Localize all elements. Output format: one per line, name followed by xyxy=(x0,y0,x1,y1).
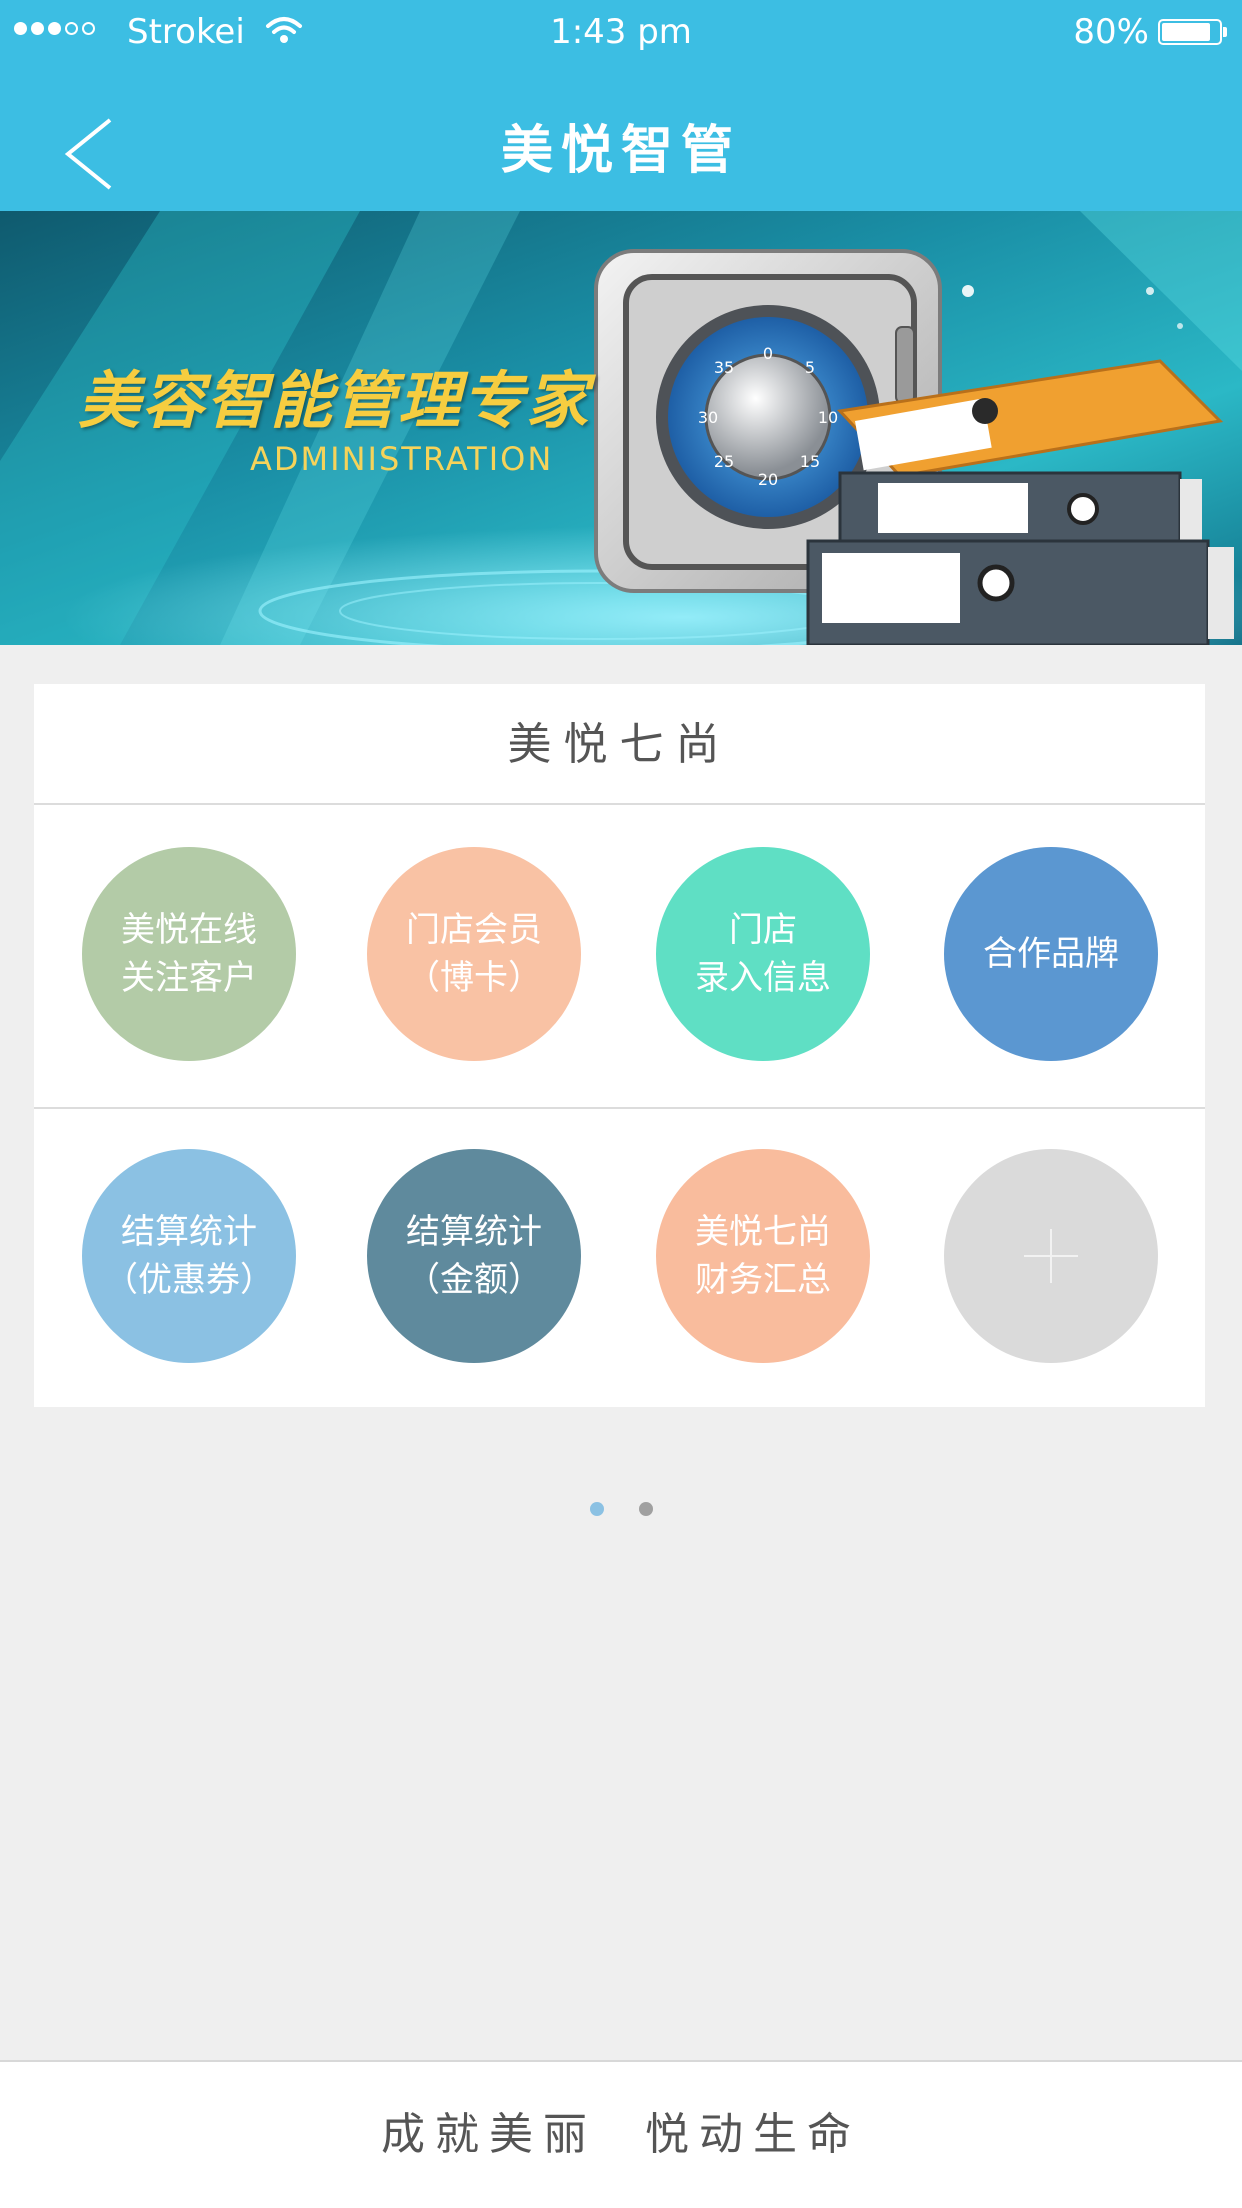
tile-settlement-coupons[interactable]: 结算统计 （优惠券） xyxy=(82,1149,296,1363)
add-tile-button[interactable] xyxy=(944,1149,1158,1363)
card-title: 美悦七尚 xyxy=(507,719,732,770)
dial-number: 5 xyxy=(805,358,815,377)
battery-percentage: 80% xyxy=(1073,12,1149,52)
card-header: 美悦七尚 xyxy=(34,684,1205,805)
tile-label: 结算统计 （金额） xyxy=(406,1212,542,1300)
page-title: 美悦智管 xyxy=(500,121,741,181)
tile-settlement-amount[interactable]: 结算统计 （金额） xyxy=(367,1149,581,1363)
page-indicator-1[interactable] xyxy=(590,1502,604,1516)
tile-online-followers[interactable]: 美悦在线 关注客户 xyxy=(82,847,296,1061)
battery-cap xyxy=(1223,27,1227,37)
battery-icon xyxy=(1158,19,1222,45)
tile-finance-summary[interactable]: 美悦七尚 财务汇总 xyxy=(656,1149,870,1363)
tile-partner-brands[interactable]: 合作品牌 xyxy=(944,847,1158,1061)
dial-number: 35 xyxy=(714,358,734,377)
tile-label: 合作品牌 xyxy=(983,934,1119,974)
row-divider xyxy=(34,1107,1205,1109)
banner-subtitle: ADMINISTRATION xyxy=(250,440,554,478)
status-bar: Strokei 1:43 pm 80% xyxy=(0,0,1242,66)
dial-number: 0 xyxy=(763,344,773,363)
back-button[interactable] xyxy=(50,108,130,198)
navigation-bar: 美悦智管 xyxy=(0,66,1242,211)
status-time: 1:43 pm xyxy=(550,12,692,52)
footer: 成就美丽 悦动生命 xyxy=(0,2060,1242,2208)
tile-label: 美悦七尚 财务汇总 xyxy=(695,1212,831,1300)
banner-title: 美容智能管理专家 xyxy=(78,364,591,437)
dial-number: 25 xyxy=(714,452,734,471)
page-indicator-2[interactable] xyxy=(639,1502,653,1516)
banner[interactable]: 0 5 10 15 20 25 30 35 美容智能管理专家 ADMINISTR… xyxy=(0,211,1242,645)
dial-number: 15 xyxy=(800,452,820,471)
chevron-left-icon xyxy=(64,118,112,190)
top-bar: Strokei 1:43 pm 80% 美悦智管 xyxy=(0,0,1242,211)
menu-card: 美悦七尚 美悦在线 关注客户 门店会员 （博卡） 门店 录入信息 合作品牌 结算… xyxy=(34,684,1205,1407)
tile-label: 美悦在线 关注客户 xyxy=(121,910,257,998)
footer-slogan: 成就美丽 悦动生命 xyxy=(381,2109,861,2160)
dial-number: 10 xyxy=(818,408,838,427)
tile-store-info-entry[interactable]: 门店 录入信息 xyxy=(656,847,870,1061)
tile-store-members[interactable]: 门店会员 （博卡） xyxy=(367,847,581,1061)
dial-number: 30 xyxy=(698,408,718,427)
tile-label: 结算统计 （优惠券） xyxy=(104,1212,274,1300)
tile-label: 门店会员 （博卡） xyxy=(406,910,542,998)
plus-icon xyxy=(1024,1229,1078,1283)
tile-label: 门店 录入信息 xyxy=(695,910,831,998)
dial-number: 20 xyxy=(758,470,778,489)
